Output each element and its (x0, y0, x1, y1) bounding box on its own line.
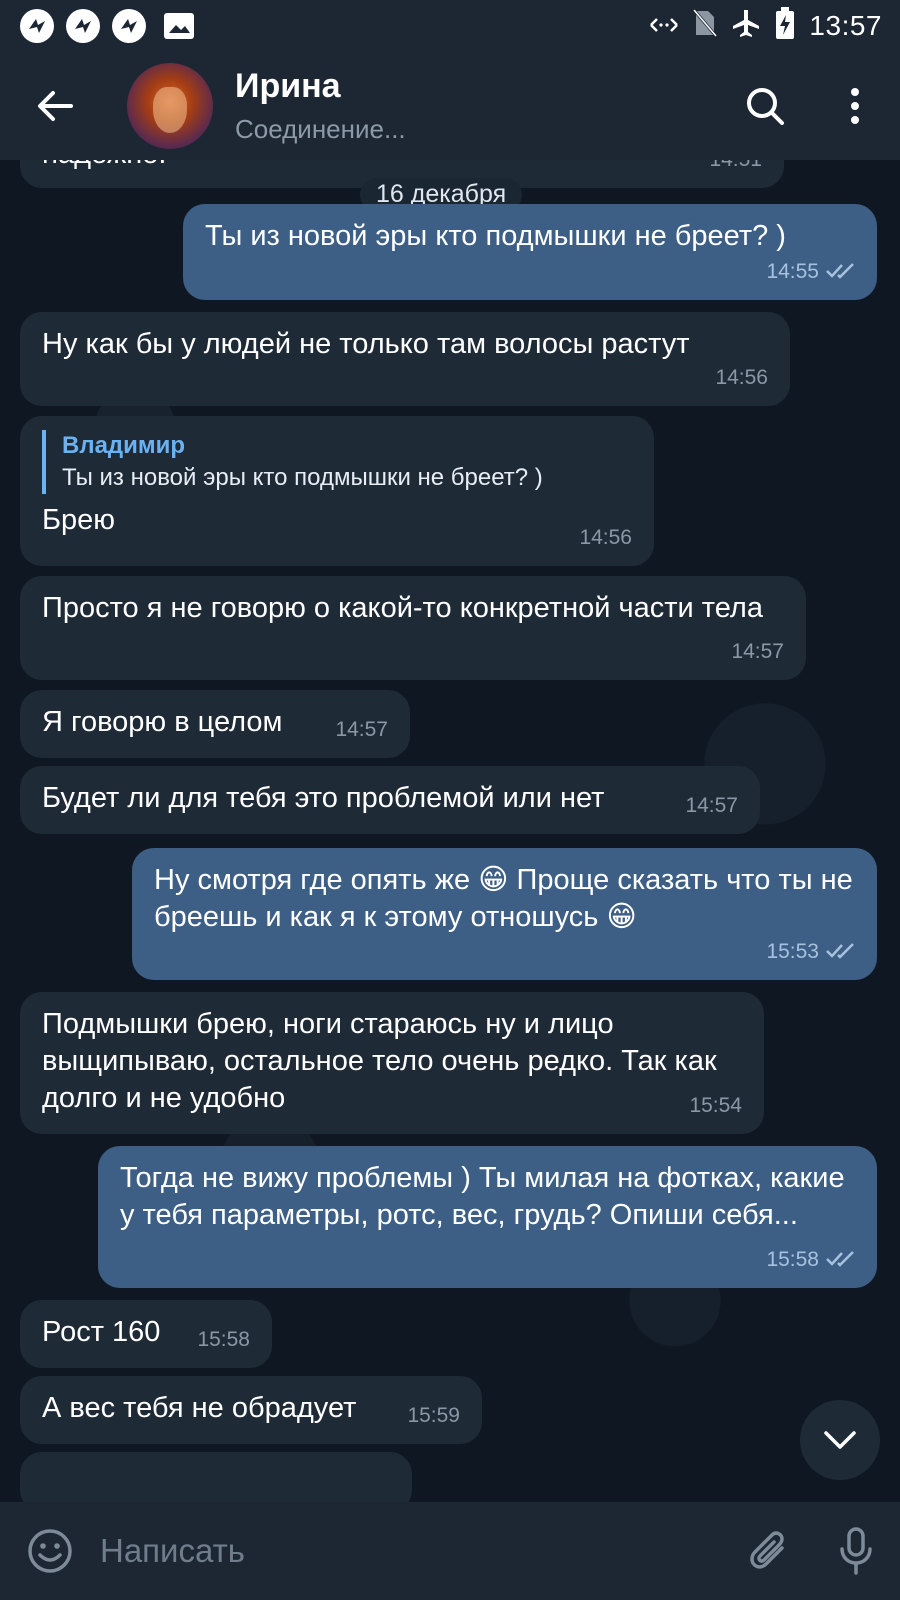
message-bubble[interactable]: Будет ли для тебя это проблемой или нет … (20, 766, 760, 834)
chat-header: Ирина Соединение... (0, 52, 900, 160)
double-check-icon (826, 943, 854, 959)
message-bubble[interactable]: Тогда не вижу проблемы ) Ты милая на фот… (98, 1146, 877, 1288)
message-bubble[interactable]: Подмышки брею, ноги стараюсь ну и лицо в… (20, 992, 764, 1134)
message-time: 14:57 (335, 718, 388, 741)
message-time: 15:59 (407, 1404, 460, 1427)
status-left-icons (20, 9, 194, 43)
double-check-icon (826, 263, 854, 279)
message-bubble[interactable]: Рост 160 15:58 (20, 1300, 272, 1368)
no-sim-icon (693, 8, 718, 45)
message-text: Рост 160 (42, 1316, 161, 1348)
status-bar: 13:57 (0, 0, 900, 52)
status-time: 13:57 (809, 10, 882, 41)
chat-status: Соединение... (235, 114, 406, 144)
data-transfer-icon (649, 11, 679, 42)
scroll-down-button[interactable] (800, 1400, 880, 1480)
double-check-icon (826, 1251, 854, 1267)
message-time: 15:54 (689, 1094, 742, 1117)
more-button[interactable] (810, 52, 900, 160)
message-list[interactable]: надежно. 14:51 16 декабря Ты из новой эр… (0, 160, 900, 1502)
reply-preview[interactable]: Владимир Ты из новой эры кто подмышки не… (42, 430, 632, 494)
chat-title-block[interactable]: Ирина Соединение... (235, 67, 720, 145)
emoji-button[interactable] (0, 1502, 100, 1600)
message-text: Ну смотря где опять же 😁 Проще сказать ч… (154, 864, 853, 933)
message-text: А вес тебя не обрадует (42, 1392, 357, 1424)
more-vertical-icon (851, 88, 859, 124)
message-time: 14:57 (685, 794, 738, 817)
airplane-mode-icon (731, 8, 761, 45)
battery-charging-icon (775, 6, 795, 46)
message-bubble[interactable]: Ты из новой эры кто подмышки не бреет? )… (183, 204, 877, 300)
back-arrow-icon (38, 91, 73, 121)
reply-text: Ты из новой эры кто подмышки не бреет? ) (62, 464, 543, 491)
message-text: Ну как бы у людей не только там волосы р… (42, 328, 690, 360)
chat-name: Ирина (235, 67, 341, 105)
message-time: 15:58 (766, 1241, 859, 1278)
message-text: Будет ли для тебя это проблемой или нет (42, 782, 605, 814)
message-bubble[interactable] (20, 1452, 412, 1502)
message-text: надежно. (42, 160, 166, 170)
message-time: 14:56 (715, 366, 768, 389)
reply-author: Владимир (62, 432, 186, 459)
paperclip-icon (750, 1531, 784, 1569)
message-time: 15:53 (766, 933, 859, 970)
message-time: 14:55 (766, 253, 859, 290)
message-text: Тогда не вижу проблемы ) Ты милая на фот… (120, 1162, 845, 1231)
microphone-icon (840, 1527, 872, 1575)
message-text: Подмышки брею, ноги стараюсь ну и лицо в… (42, 1008, 717, 1114)
message-text: Брею (42, 504, 116, 536)
chevron-down-icon (824, 1431, 856, 1449)
status-right-icons: 13:57 (649, 6, 882, 46)
message-input-bar: Написать (0, 1502, 900, 1600)
search-icon (747, 88, 784, 125)
search-button[interactable] (720, 52, 810, 160)
message-time: 15:58 (197, 1328, 250, 1351)
message-bubble[interactable]: Ну как бы у людей не только там волосы р… (20, 312, 790, 406)
message-bubble[interactable]: Я говорю в целом 14:57 (20, 690, 410, 758)
app-notification-icon (112, 9, 146, 43)
message-time: 14:56 (579, 526, 632, 549)
attach-button[interactable] (724, 1502, 812, 1600)
app-notification-icon (66, 9, 100, 43)
gallery-icon (164, 13, 194, 39)
emoji-icon (28, 1529, 72, 1573)
message-text: Ты из новой эры кто подмышки не бреет? ) (205, 220, 786, 252)
message-bubble[interactable]: Владимир Ты из новой эры кто подмышки не… (20, 416, 654, 566)
avatar[interactable] (127, 63, 213, 149)
message-bubble[interactable]: А вес тебя не обрадует 15:59 (20, 1376, 482, 1444)
microphone-button[interactable] (812, 1502, 900, 1600)
back-button[interactable] (0, 52, 110, 160)
message-time: 14:57 (731, 640, 784, 663)
message-bubble[interactable]: Просто я не говорю о какой-то конкретной… (20, 576, 806, 680)
message-input[interactable]: Написать (100, 1532, 724, 1570)
message-text: Я говорю в целом (42, 706, 283, 738)
message-text: Просто я не говорю о какой-то конкретной… (42, 592, 763, 624)
message-bubble[interactable]: Ну смотря где опять же 😁 Проще сказать ч… (132, 848, 877, 980)
app-notification-icon (20, 9, 54, 43)
message-time: 14:51 (709, 160, 762, 178)
